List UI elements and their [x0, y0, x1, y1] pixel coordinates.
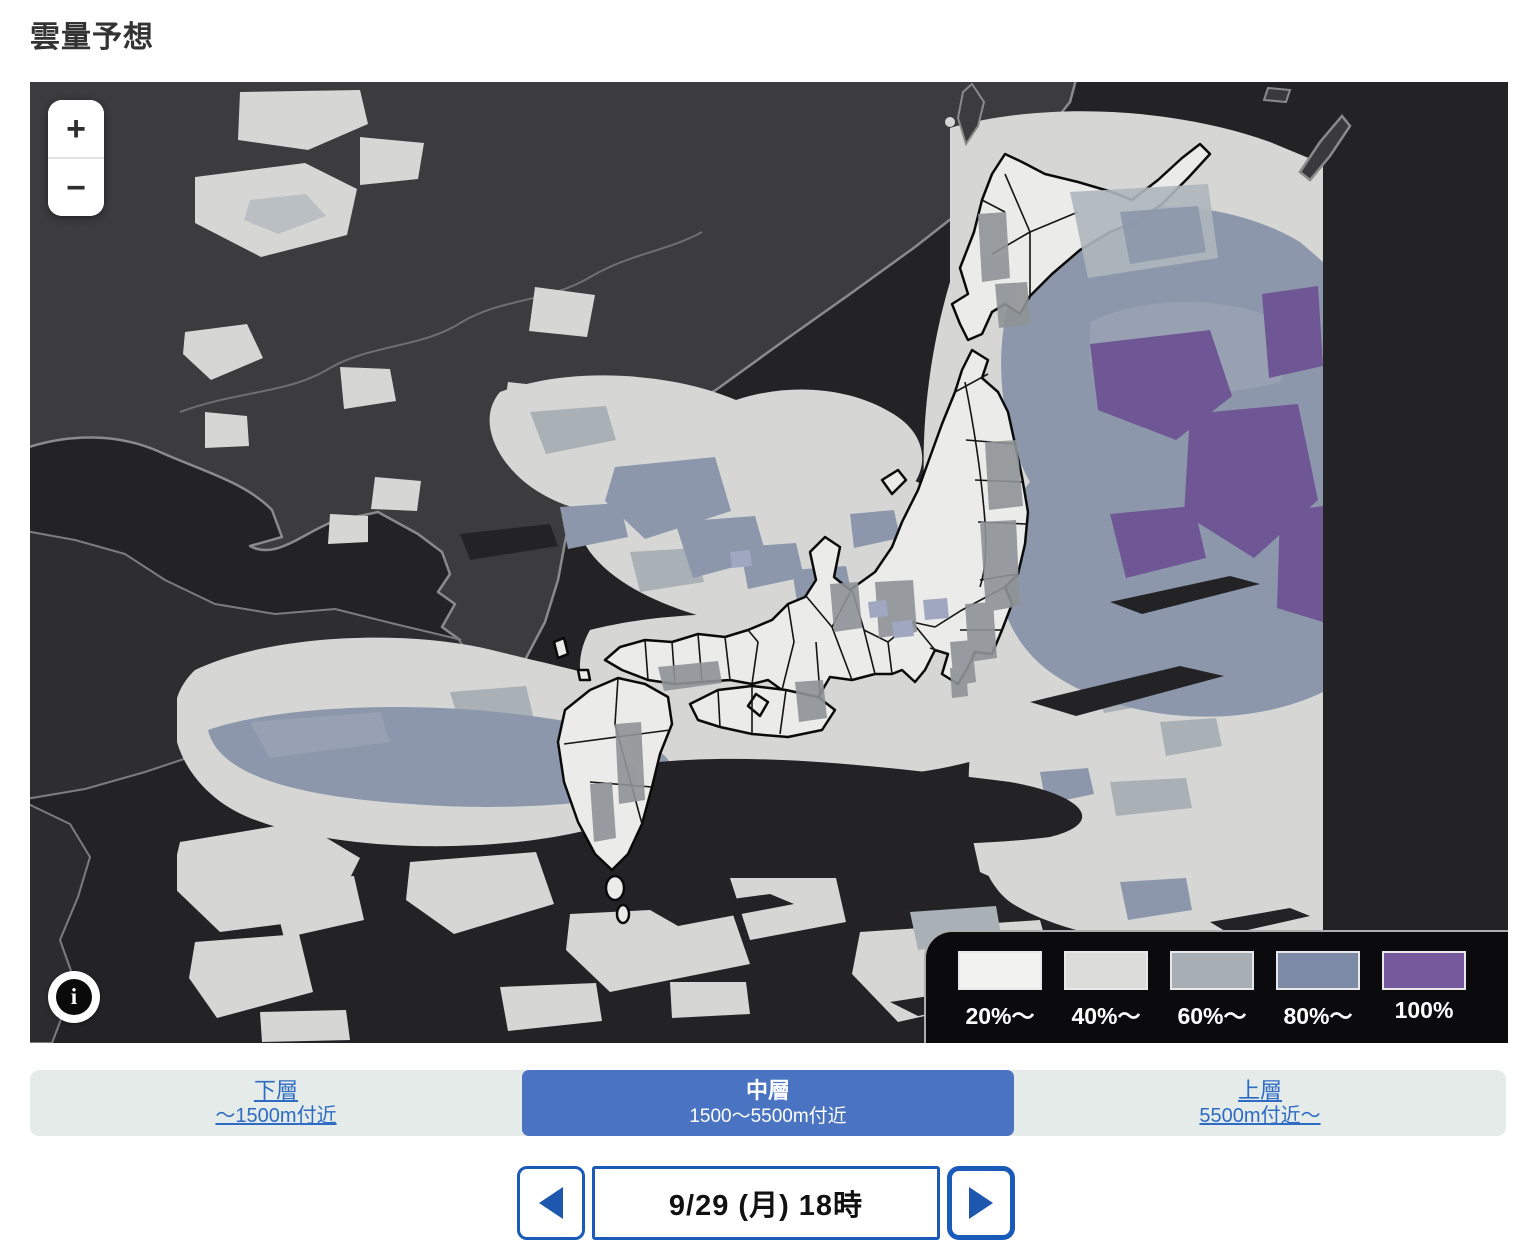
legend-item: 20%〜: [958, 951, 1042, 1043]
legend-item: 100%: [1382, 951, 1466, 1043]
map-canvas: [30, 82, 1508, 1043]
minus-icon: −: [66, 171, 86, 205]
tab-middle-title: 中層: [746, 1077, 790, 1105]
date-navigation: 9/29 (月) 18時: [0, 1166, 1532, 1240]
legend-swatch-80: [1276, 951, 1360, 990]
datetime-label: 9/29 (月) 18時: [669, 1182, 863, 1224]
tab-upper-subtitle: 5500m付近〜: [1199, 1104, 1320, 1129]
legend-swatch-40: [1064, 951, 1148, 990]
tab-middle-layer[interactable]: 中層 1500〜5500m付近: [522, 1070, 1014, 1136]
legend-label-40: 40%〜: [1064, 997, 1148, 1031]
datetime-display[interactable]: 9/29 (月) 18時: [592, 1166, 940, 1240]
arrow-left-icon: [539, 1187, 563, 1219]
legend-swatch-20: [958, 951, 1042, 990]
page-title: 雲量予想: [30, 12, 154, 56]
info-icon: i: [56, 979, 92, 1015]
legend-swatch-100: [1382, 951, 1466, 990]
prev-time-button[interactable]: [517, 1166, 585, 1240]
weather-map[interactable]: + − i 20%〜 40%〜 60%〜 80%〜 100%: [30, 82, 1508, 1043]
cloud-cover-legend: 20%〜 40%〜 60%〜 80%〜 100%: [924, 930, 1508, 1043]
legend-swatch-60: [1170, 951, 1254, 990]
arrow-right-icon: [969, 1187, 993, 1219]
tab-middle-subtitle: 1500〜5500m付近: [689, 1105, 846, 1129]
tab-upper-title: 上層: [1238, 1077, 1282, 1105]
legend-item: 40%〜: [1064, 951, 1148, 1043]
legend-item: 80%〜: [1276, 951, 1360, 1043]
legend-label-80: 80%〜: [1276, 997, 1360, 1031]
map-zoom-control: + −: [48, 100, 104, 216]
tab-lower-title: 下層: [254, 1077, 298, 1105]
next-time-button[interactable]: [947, 1166, 1015, 1240]
legend-label-100: 100%: [1382, 997, 1466, 1024]
info-button[interactable]: i: [48, 971, 100, 1023]
tab-lower-layer[interactable]: 下層 〜1500m付近: [30, 1070, 522, 1136]
zoom-out-button[interactable]: −: [48, 159, 104, 216]
legend-label-20: 20%〜: [958, 997, 1042, 1031]
legend-label-60: 60%〜: [1170, 997, 1254, 1031]
tab-lower-subtitle: 〜1500m付近: [215, 1104, 336, 1129]
layer-tabbar: 下層 〜1500m付近 中層 1500〜5500m付近 上層 5500m付近〜: [30, 1070, 1506, 1136]
tab-upper-layer[interactable]: 上層 5500m付近〜: [1014, 1070, 1506, 1136]
zoom-in-button[interactable]: +: [48, 100, 104, 157]
plus-icon: +: [66, 112, 86, 146]
legend-item: 60%〜: [1170, 951, 1254, 1043]
